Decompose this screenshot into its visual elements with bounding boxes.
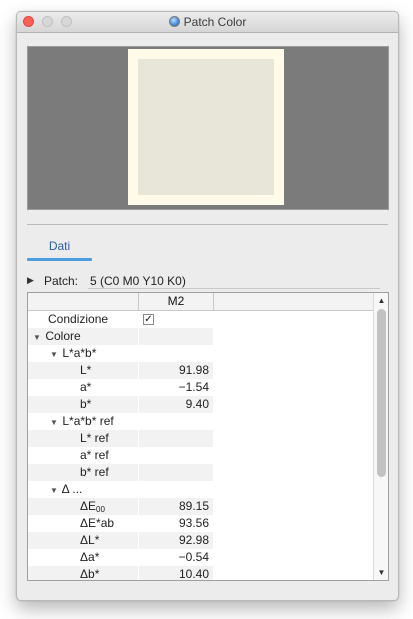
row-value-m2[interactable] [139, 481, 213, 498]
expand-triangle-icon[interactable]: ▶ [27, 275, 34, 286]
table-row[interactable]: ΔE00 89.15 [28, 498, 373, 515]
row-value-m2[interactable]: 91.98 [139, 362, 213, 379]
table-row[interactable]: Δb* 10.40 [28, 566, 373, 581]
row-label-text: L*a*b* [62, 346, 97, 360]
row-label-text: a* [80, 380, 92, 394]
patch-value: 5 (C0 M0 Y10 K0) [90, 274, 186, 288]
table-row[interactable]: Condizione ✓ [28, 311, 373, 328]
tab-dati[interactable]: Dati [27, 238, 92, 260]
row-label: a* [28, 379, 138, 396]
table-row[interactable]: ΔE*ab 93.56 [28, 515, 373, 532]
disclosure-triangle-icon[interactable]: ▼ [32, 329, 42, 345]
scroll-up-arrow-icon[interactable]: ▲ [374, 294, 388, 307]
column-header-m2[interactable]: M2 [139, 293, 214, 310]
table-row[interactable]: ▼ Colore [28, 328, 373, 345]
title-bar: Patch Color [17, 12, 398, 33]
row-value-m2[interactable] [139, 447, 213, 464]
table-row[interactable]: b* ref [28, 464, 373, 481]
patch-color-window: Patch Color Dati ▶ Patch: 5 (C0 M0 Y10 K… [16, 11, 399, 601]
app-globe-icon [168, 16, 180, 27]
table-header: M2 [28, 293, 373, 311]
table-rows: Condizione ✓ ▼ Colore ▼ L*a*b* L* 91.98 a* −1.5… [28, 311, 373, 581]
row-label: Δb* [28, 566, 138, 581]
window-title-area: Patch Color [17, 15, 398, 29]
row-value-m2[interactable]: 10.40 [139, 566, 213, 580]
row-label: ▼ Δ ... [28, 481, 138, 498]
disclosure-triangle-icon[interactable]: ▼ [49, 482, 59, 498]
row-label-subscript: 00 [96, 505, 105, 514]
row-label: Condizione [28, 311, 138, 328]
row-value-m2[interactable] [139, 345, 213, 362]
row-label: L* [28, 362, 138, 379]
table-row[interactable]: a* −1.54 [28, 379, 373, 396]
row-label: b* [28, 396, 138, 413]
scrollbar-thumb[interactable] [377, 309, 386, 477]
row-label: ▼ L*a*b* [28, 345, 138, 362]
row-value-m2[interactable]: −1.54 [139, 379, 213, 396]
row-value-m2[interactable]: 93.56 [139, 515, 213, 532]
row-label-text: L* ref [80, 431, 109, 445]
table-row[interactable]: ▼ Δ ... [28, 481, 373, 498]
disclosure-triangle-icon[interactable]: ▼ [49, 346, 59, 362]
row-label-text: Δa* [80, 550, 100, 564]
row-label-text: a* ref [80, 448, 109, 462]
tab-dati-active-indicator [27, 258, 92, 261]
table-row[interactable]: b* 9.40 [28, 396, 373, 413]
disclosure-triangle-icon[interactable]: ▼ [49, 414, 59, 430]
table-row[interactable]: L* 91.98 [28, 362, 373, 379]
patch-label: Patch: [44, 274, 79, 288]
table-row[interactable]: ▼ L*a*b* ref [28, 413, 373, 430]
row-value-m2[interactable] [139, 328, 213, 345]
row-value-m2[interactable] [139, 464, 213, 481]
row-value-m2[interactable] [139, 413, 213, 430]
header-empty-cell [28, 293, 139, 310]
row-label: ▼ L*a*b* ref [28, 413, 138, 430]
patch-outer-swatch [128, 49, 284, 205]
patch-value-underline [88, 288, 380, 289]
condizione-checkbox[interactable]: ✓ [143, 314, 154, 325]
row-value-m2[interactable]: −0.54 [139, 549, 213, 566]
row-label-text: ΔL* [80, 533, 100, 547]
patch-selector[interactable]: ▶ Patch: 5 (C0 M0 Y10 K0) [27, 273, 387, 289]
vertical-scrollbar[interactable]: ▲ ▼ [373, 293, 388, 580]
row-value-m2[interactable]: 9.40 [139, 396, 213, 413]
table-row[interactable]: Δa* −0.54 [28, 549, 373, 566]
table-row[interactable]: ▼ L*a*b* [28, 345, 373, 362]
table-row[interactable]: L* ref [28, 430, 373, 447]
row-label-text: b* ref [80, 465, 109, 479]
row-value-m2[interactable]: 92.98 [139, 532, 213, 549]
row-label-text: ΔE [80, 499, 97, 513]
row-value-m2[interactable]: ✓ [139, 311, 213, 328]
row-label-text: b* [80, 397, 92, 411]
row-label-text: Condizione [48, 312, 109, 326]
row-label-text: Colore [45, 329, 81, 343]
window-title: Patch Color [183, 15, 247, 29]
table-row[interactable]: a* ref [28, 447, 373, 464]
row-label: L* ref [28, 430, 138, 447]
row-label: a* ref [28, 447, 138, 464]
scroll-down-arrow-icon[interactable]: ▼ [374, 566, 388, 579]
table-row[interactable]: ΔL* 92.98 [28, 532, 373, 549]
row-label-text: L* [80, 363, 92, 377]
row-label: ΔL* [28, 532, 138, 549]
row-label-text: Δ ... [61, 482, 83, 496]
row-label: ΔE*ab [28, 515, 138, 532]
row-label-text: Δb* [80, 567, 100, 581]
color-preview-area [27, 46, 389, 210]
row-label: ▼ Colore [28, 328, 138, 345]
row-label: ΔE00 [28, 498, 138, 515]
row-value-m2[interactable]: 89.15 [139, 498, 213, 515]
row-label: b* ref [28, 464, 138, 481]
row-label: Δa* [28, 549, 138, 566]
row-value-m2[interactable] [139, 430, 213, 447]
row-label-text: ΔE*ab [80, 516, 115, 530]
data-table[interactable]: M2 Condizione ✓ ▼ Colore ▼ L*a*b* L* 91.98 a* −… [27, 292, 389, 581]
row-label-text: L*a*b* ref [62, 414, 114, 428]
patch-inner-swatch [138, 59, 274, 195]
section-divider [27, 224, 388, 225]
